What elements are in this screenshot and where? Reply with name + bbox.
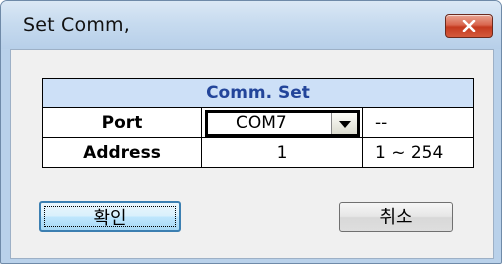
address-label: Address: [42, 137, 202, 168]
cancel-button-label: 취소: [379, 207, 413, 228]
dialog-window: Set Comm, Comm. Set Port COM7 -- Address…: [0, 0, 502, 264]
table-row: Address 1 1 ~ 254: [42, 137, 474, 168]
title-bar[interactable]: Set Comm,: [1, 1, 501, 49]
chevron-down-icon[interactable]: [331, 113, 357, 134]
table-row: Port COM7 --: [42, 107, 474, 138]
close-icon: [462, 20, 476, 32]
port-range: --: [362, 107, 474, 138]
dialog-client-area: Comm. Set Port COM7 -- Address 1 1 ~ 254: [10, 49, 494, 259]
port-combobox[interactable]: COM7: [205, 110, 360, 137]
table-header: Comm. Set: [42, 78, 474, 108]
port-combobox-value: COM7: [236, 113, 287, 133]
address-field[interactable]: 1: [201, 137, 363, 168]
port-label: Port: [42, 107, 202, 138]
port-cell: COM7: [201, 107, 363, 138]
close-button[interactable]: [445, 14, 493, 38]
cancel-button[interactable]: 취소: [339, 202, 453, 232]
focus-rectangle: [44, 206, 176, 227]
comm-settings-table: Comm. Set Port COM7 -- Address 1 1 ~ 254: [42, 78, 474, 168]
address-range: 1 ~ 254: [362, 137, 474, 168]
window-title: Set Comm,: [23, 14, 130, 36]
ok-button[interactable]: 확인: [39, 201, 181, 232]
